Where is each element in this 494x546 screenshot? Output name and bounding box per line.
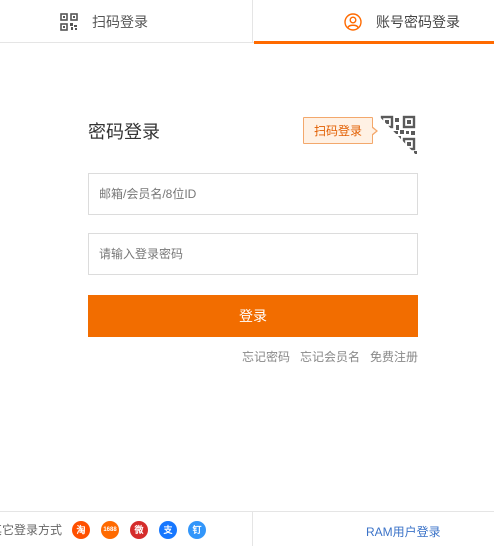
- qr-code-icon: [60, 12, 78, 31]
- other-login-methods: 其它登录方式 淘 1688 微 支 钉: [0, 512, 253, 546]
- tab-qr-login[interactable]: 扫码登录: [0, 0, 253, 43]
- user-icon: [344, 12, 362, 31]
- qr-login-tooltip: 扫码登录: [303, 117, 378, 144]
- account-input[interactable]: [88, 173, 418, 215]
- form-title: 密码登录: [88, 122, 160, 142]
- active-tab-indicator: [254, 41, 494, 44]
- help-links: 忘记密码 忘记会员名 免费注册: [242, 348, 418, 365]
- tab-qr-label: 扫码登录: [92, 13, 148, 30]
- tab-password-login[interactable]: 账号密码登录: [254, 0, 494, 44]
- forgot-password-link[interactable]: 忘记密码: [242, 348, 290, 365]
- password-input[interactable]: [88, 233, 418, 275]
- tab-password-label: 账号密码登录: [376, 13, 460, 30]
- alibaba-1688-icon[interactable]: 1688: [101, 520, 120, 539]
- other-methods-label: 其它登录方式: [0, 523, 63, 537]
- dingtalk-icon[interactable]: 钉: [188, 520, 207, 539]
- login-button[interactable]: 登录: [88, 295, 418, 337]
- login-tabs: 扫码登录 账号密码登录: [0, 0, 494, 44]
- footer: 其它登录方式 淘 1688 微 支 钉 RAM用户登录: [0, 511, 494, 546]
- qr-switch-icon[interactable]: [378, 115, 418, 157]
- alipay-icon[interactable]: 支: [159, 520, 178, 539]
- forgot-member-link[interactable]: 忘记会员名: [300, 348, 360, 365]
- weibo-icon[interactable]: 微: [130, 520, 149, 539]
- ram-user-login-link[interactable]: RAM用户登录: [366, 523, 441, 540]
- register-link[interactable]: 免费注册: [370, 348, 418, 365]
- taobao-icon[interactable]: 淘: [72, 520, 91, 539]
